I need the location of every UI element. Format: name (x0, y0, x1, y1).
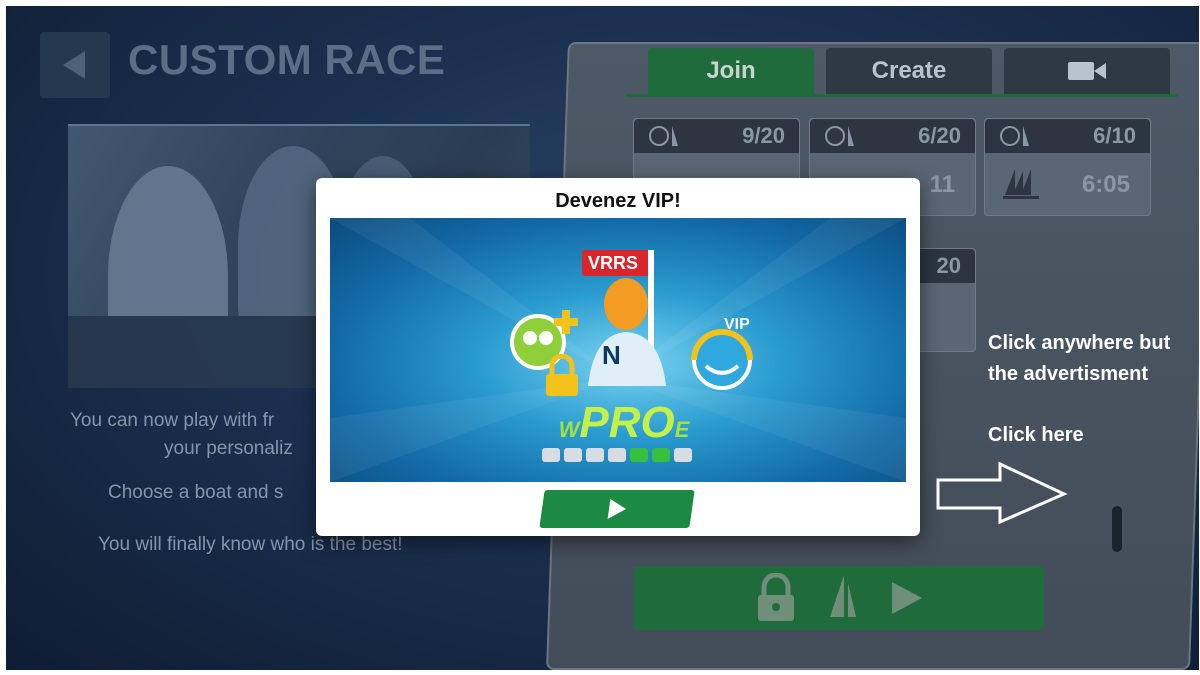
back-arrow-icon (63, 51, 85, 79)
description-line-3: Choose a boat and s (108, 482, 284, 503)
description-line-4: You will finally know who is the best! (98, 534, 403, 555)
tab-join-label: Join (706, 57, 756, 84)
play-icon (892, 582, 922, 614)
boat-badge-icon (1000, 126, 1029, 146)
video-camera-icon (1068, 62, 1106, 80)
game-screen[interactable]: CUSTOM RACE You can now play with fr you… (6, 6, 1199, 670)
vip-ad-modal: Devenez VIP! VRRS VIP N WPROE (316, 178, 920, 536)
boat-badge-icon (649, 126, 678, 146)
modal-title: Devenez VIP! (555, 190, 681, 212)
panel-scroll-handle[interactable] (1112, 506, 1122, 552)
description-line-1: You can now play with fr (70, 410, 275, 431)
race-time: 6:05 (1081, 171, 1130, 198)
hint-line-3: Click here (988, 424, 1084, 446)
start-race-button[interactable] (634, 566, 1044, 630)
tab-create-label: Create (871, 57, 947, 84)
advertisement-image[interactable]: VRRS VIP N WPROE (330, 218, 906, 482)
right-arrow-icon (936, 461, 1068, 525)
ad-badge: VRRS (588, 253, 639, 273)
hint-line-2: the advertisment (988, 363, 1149, 385)
hint-line-1: Click anywhere but (988, 332, 1171, 354)
sailboat-icon (1003, 169, 1039, 199)
page-title: CUSTOM RACE (128, 36, 446, 83)
ad-vip-label: VIP (724, 316, 750, 333)
description-line-2: your personaliz (164, 438, 293, 459)
boat-badge-icon (825, 126, 854, 146)
ad-logo-right: E (674, 417, 690, 442)
play-icon (607, 499, 626, 519)
ad-progress-bar (542, 448, 692, 462)
tab-video[interactable] (1004, 48, 1170, 94)
ad-logo-main: PRO (579, 398, 675, 447)
tab-underline (626, 94, 1178, 97)
race-card[interactable]: 6/10 6:05 (984, 118, 1151, 216)
lock-icon (758, 573, 794, 621)
lock-icon (546, 354, 578, 396)
ad-letter: N (602, 340, 621, 370)
tab-join[interactable]: Join (648, 48, 814, 94)
ad-logo: WPROE (524, 398, 724, 448)
overlay-hint-text: Click anywhere but the advertisment (988, 328, 1170, 390)
ad-logo-left: W (558, 417, 580, 442)
ad-play-button[interactable] (539, 490, 695, 528)
race-players: 20 (936, 253, 961, 278)
race-time: 11 (929, 171, 955, 198)
back-button[interactable] (40, 32, 110, 98)
race-players: 9/20 (742, 123, 785, 148)
sail-icon (830, 575, 856, 617)
race-players: 6/20 (918, 123, 961, 148)
support-headset-icon (691, 329, 753, 390)
race-players: 6/10 (1093, 123, 1136, 148)
tab-create[interactable]: Create (826, 48, 992, 94)
